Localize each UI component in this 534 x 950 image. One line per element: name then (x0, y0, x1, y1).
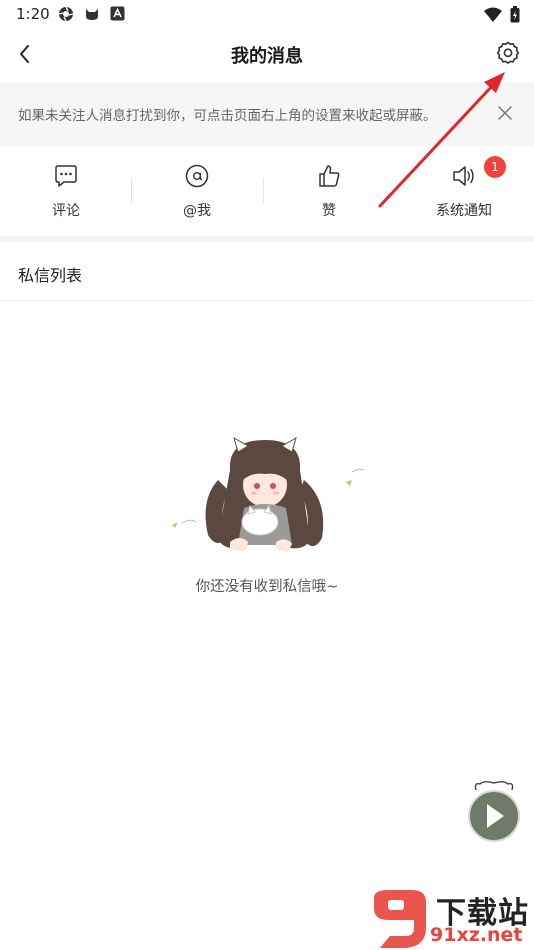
speaker-icon (453, 166, 474, 186)
play-icon (468, 781, 520, 842)
notice-banner: 如果未关注人消息打扰到你，可点击页面右上角的设置来收起或屏蔽。 (0, 82, 534, 146)
close-icon (498, 106, 512, 120)
section-title-private-messages: 私信列表 (18, 266, 83, 285)
unread-badge: 1 (484, 156, 506, 178)
status-system-icons (484, 6, 520, 23)
thumbs-up-icon (319, 165, 340, 187)
gear-icon (496, 41, 520, 64)
page-title: 我的消息 (231, 46, 303, 67)
tab-label: 赞 (322, 203, 336, 219)
status-notification-icons (58, 6, 125, 22)
github-icon (86, 9, 98, 20)
status-bar: 1:20 (0, 0, 534, 28)
tab-label: 系统通知 (436, 203, 492, 219)
watermark-logo-icon (374, 890, 426, 948)
empty-state-text: 你还没有收到私信哦~ (195, 579, 339, 595)
status-time: 1:20 (16, 5, 50, 23)
tab-comments[interactable]: 评论 (0, 150, 132, 230)
tab-label: 评论 (52, 203, 80, 219)
notice-close-button[interactable] (496, 104, 514, 122)
divider (0, 300, 534, 301)
header-bar: 我的消息 (0, 28, 534, 80)
battery-icon (510, 6, 520, 23)
message-category-tabs: 评论 @我 赞 1 系统通知 (0, 150, 534, 230)
tab-label: @我 (183, 203, 211, 219)
wifi-icon (484, 7, 502, 22)
at-icon (185, 164, 209, 188)
comment-icon (55, 165, 77, 187)
tab-system-notifications[interactable]: 1 系统通知 (398, 150, 530, 230)
notice-text: 如果未关注人消息打扰到你，可点击页面右上角的设置来收起或屏蔽。 (18, 108, 437, 124)
empty-state-illustration (172, 436, 365, 552)
settings-button[interactable] (494, 39, 522, 67)
app-shutter-icon (58, 6, 74, 22)
tab-likes[interactable]: 赞 (263, 150, 395, 230)
watermark-url: 91xz.net (430, 924, 523, 946)
app-a-icon (110, 6, 125, 21)
section-divider (0, 236, 534, 242)
floating-video-button[interactable] (466, 780, 522, 842)
tab-mentions[interactable]: @我 (131, 150, 263, 230)
site-watermark: 下载站 91xz.net (368, 888, 534, 950)
